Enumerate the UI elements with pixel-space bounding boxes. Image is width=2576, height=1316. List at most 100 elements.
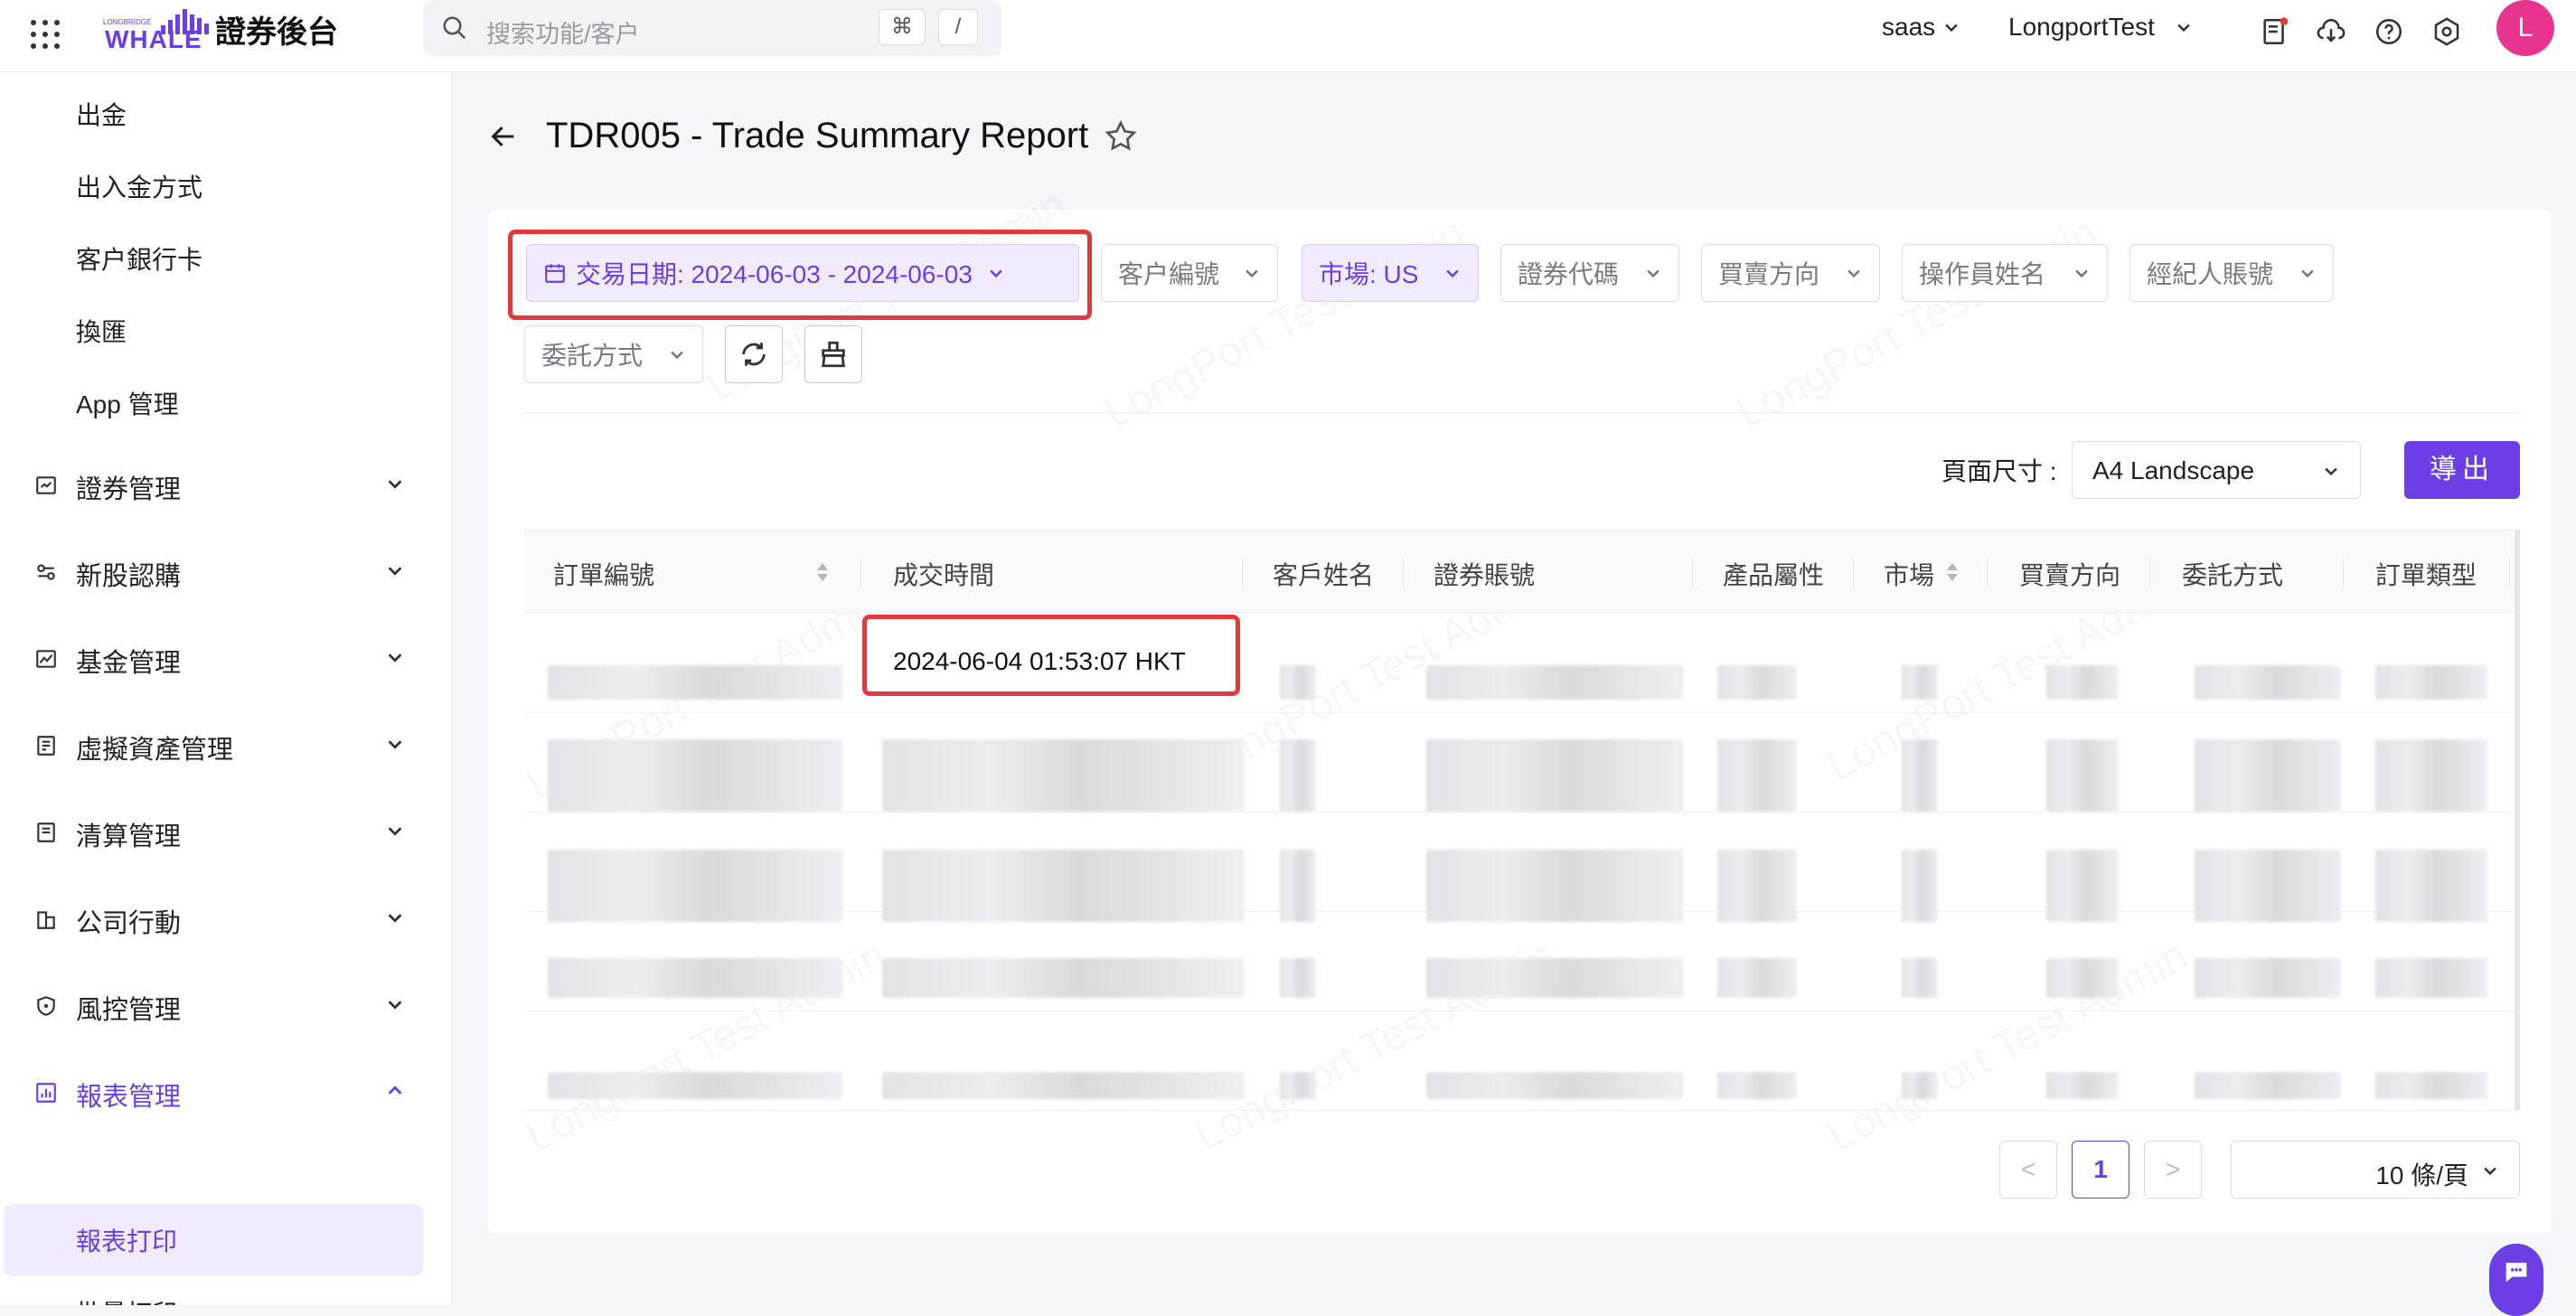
chat-support-button[interactable] — [2489, 1244, 2543, 1316]
redacted-cell — [548, 958, 842, 998]
sort-icon[interactable] — [1945, 561, 1960, 583]
prev-page-button[interactable]: < — [1999, 1141, 2057, 1198]
redacted-cell — [1426, 850, 1683, 922]
avatar[interactable]: L — [2496, 0, 2554, 56]
col-trade-time[interactable]: 成交時間 — [893, 556, 994, 592]
next-page-button[interactable]: > — [2144, 1141, 2202, 1198]
divider — [524, 412, 2518, 413]
help-icon[interactable] — [2374, 16, 2404, 47]
trade-time-cell: 2024-06-04 01:53:07 HKT — [893, 647, 1186, 675]
logo: LONGBRIDGE WHALE — [101, 5, 209, 53]
task-list-icon[interactable] — [2260, 16, 2290, 47]
market-filter[interactable]: 市場: US — [1302, 244, 1479, 302]
customer-no-filter[interactable]: 客户編號 — [1101, 244, 1278, 302]
operator-label: 操作員姓名 — [1919, 260, 2046, 288]
tenant-label: saas — [1882, 13, 1936, 41]
page-size-label: 頁面尺寸 : — [1941, 457, 2057, 485]
row-divider — [524, 1110, 2518, 1111]
tenant-switcher[interactable]: saas — [1882, 13, 1960, 42]
broom-icon — [822, 341, 845, 368]
sidebar-group-label: 報表管理 — [76, 1083, 182, 1112]
page-1-button[interactable]: 1 — [2072, 1141, 2129, 1198]
col-order-type[interactable]: 訂單類型 — [2375, 556, 2477, 592]
chevron-down-icon — [388, 827, 402, 836]
sidebar-group-securities[interactable]: 證券管理 — [0, 456, 451, 510]
redacted-cell — [2375, 958, 2487, 998]
chevron-down-icon — [1246, 269, 1258, 278]
sidebar-group-corporate-actions[interactable]: 公司行動 — [0, 889, 451, 944]
redacted-cell — [2195, 1072, 2341, 1099]
sidebar-group-fund[interactable]: 基金管理 — [0, 629, 451, 683]
refresh-button[interactable] — [725, 325, 783, 383]
sidebar-item-withdraw[interactable]: 出金 — [76, 96, 127, 132]
clearing-icon — [37, 822, 55, 842]
star-icon[interactable] — [1103, 118, 1139, 155]
redacted-cell — [1717, 850, 1797, 922]
redacted-cell — [548, 1072, 842, 1099]
redacted-cell — [2046, 850, 2119, 922]
report-icon — [36, 1083, 56, 1103]
fund-icon — [36, 650, 56, 668]
sidebar-item-batch-print[interactable]: 批量打印 — [76, 1294, 177, 1305]
download-icon[interactable] — [2316, 16, 2346, 47]
broker-filter[interactable]: 經紀人賬號 — [2129, 244, 2334, 302]
redacted-cell — [1426, 665, 1683, 700]
chevron-down-icon — [388, 914, 402, 923]
corporate-action-icon — [37, 911, 55, 929]
app-grid-icon[interactable] — [27, 16, 60, 49]
col-product-type[interactable]: 產品屬性 — [1723, 556, 1824, 592]
sidebar-group-reports[interactable]: 報表管理 — [0, 1063, 451, 1117]
sidebar-item-bank-cards[interactable]: 客户銀行卡 — [76, 240, 202, 277]
sidebar-group-virtual-assets[interactable]: 虛擬資產管理 — [0, 716, 451, 770]
sidebar-group-clearing[interactable]: 清算管理 — [0, 803, 451, 857]
row-divider — [524, 1010, 2518, 1011]
settings-icon[interactable] — [2431, 16, 2462, 47]
redacted-cell — [882, 958, 1244, 998]
sidebar-item-fx[interactable]: 換匯 — [76, 313, 127, 349]
sort-icon[interactable] — [815, 561, 830, 583]
sidebar-group-ipo[interactable]: 新股認購 — [0, 542, 451, 597]
col-securities-account[interactable]: 證券賬號 — [1434, 556, 1535, 592]
sidebar-group-risk[interactable]: 風控管理 — [0, 976, 451, 1030]
sidebar-item-app-management[interactable]: App 管理 — [76, 385, 179, 421]
app-title: 證券後台 — [215, 15, 338, 50]
redacted-cell — [2375, 850, 2487, 922]
security-code-filter[interactable]: 證券代碼 — [1500, 244, 1679, 302]
clear-filters-button[interactable] — [804, 325, 862, 383]
redacted-cell — [1717, 665, 1797, 700]
page-size-select[interactable]: A4 Landscape — [2072, 441, 2361, 499]
row-divider — [524, 712, 2518, 713]
col-side[interactable]: 買賣方向 — [2019, 556, 2120, 592]
column-separator — [1242, 558, 1243, 588]
search-box[interactable]: 搜索功能/客户 ⌘ / — [423, 0, 1001, 56]
redacted-cell — [2046, 958, 2119, 998]
ipo-icon — [37, 564, 55, 580]
chevron-down-icon — [388, 567, 402, 576]
per-page-select[interactable]: 10 條/頁 — [2231, 1141, 2520, 1198]
back-arrow-icon[interactable] — [488, 121, 519, 152]
top-bar: LONGBRIDGE WHALE 證券後台 搜索功能/客户 ⌘ / saas L… — [0, 0, 2576, 72]
column-separator — [2149, 558, 2150, 588]
org-label: LongportTest — [2008, 13, 2155, 41]
redacted-cell — [548, 665, 842, 700]
operator-filter[interactable]: 操作員姓名 — [1902, 244, 2108, 302]
col-customer-name[interactable]: 客戶姓名 — [1273, 556, 1374, 592]
redacted-cell — [1717, 958, 1797, 998]
redacted-cell — [2046, 1072, 2119, 1099]
chevron-down-icon — [388, 1001, 402, 1010]
side-filter[interactable]: 買賣方向 — [1701, 244, 1880, 302]
order-channel-filter[interactable]: 委託方式 — [524, 325, 703, 383]
sidebar-item-payment-methods[interactable]: 出入金方式 — [76, 168, 202, 204]
col-market[interactable]: 市場 — [1884, 556, 1934, 592]
securities-icon — [36, 476, 56, 494]
org-switcher[interactable]: LongportTest — [2008, 13, 2193, 42]
sidebar-item-report-print[interactable]: 報表打印 — [76, 1222, 177, 1258]
col-order-no[interactable]: 訂單編號 — [553, 556, 654, 592]
redacted-cell — [2195, 739, 2341, 812]
col-order-channel[interactable]: 委託方式 — [2182, 556, 2283, 592]
column-separator — [1853, 558, 1854, 588]
sidebar-group-label: 新股認購 — [76, 562, 182, 591]
export-button[interactable]: 導出 — [2404, 441, 2520, 499]
redacted-cell — [2046, 665, 2119, 700]
table-scrollbar[interactable] — [2515, 530, 2520, 1110]
